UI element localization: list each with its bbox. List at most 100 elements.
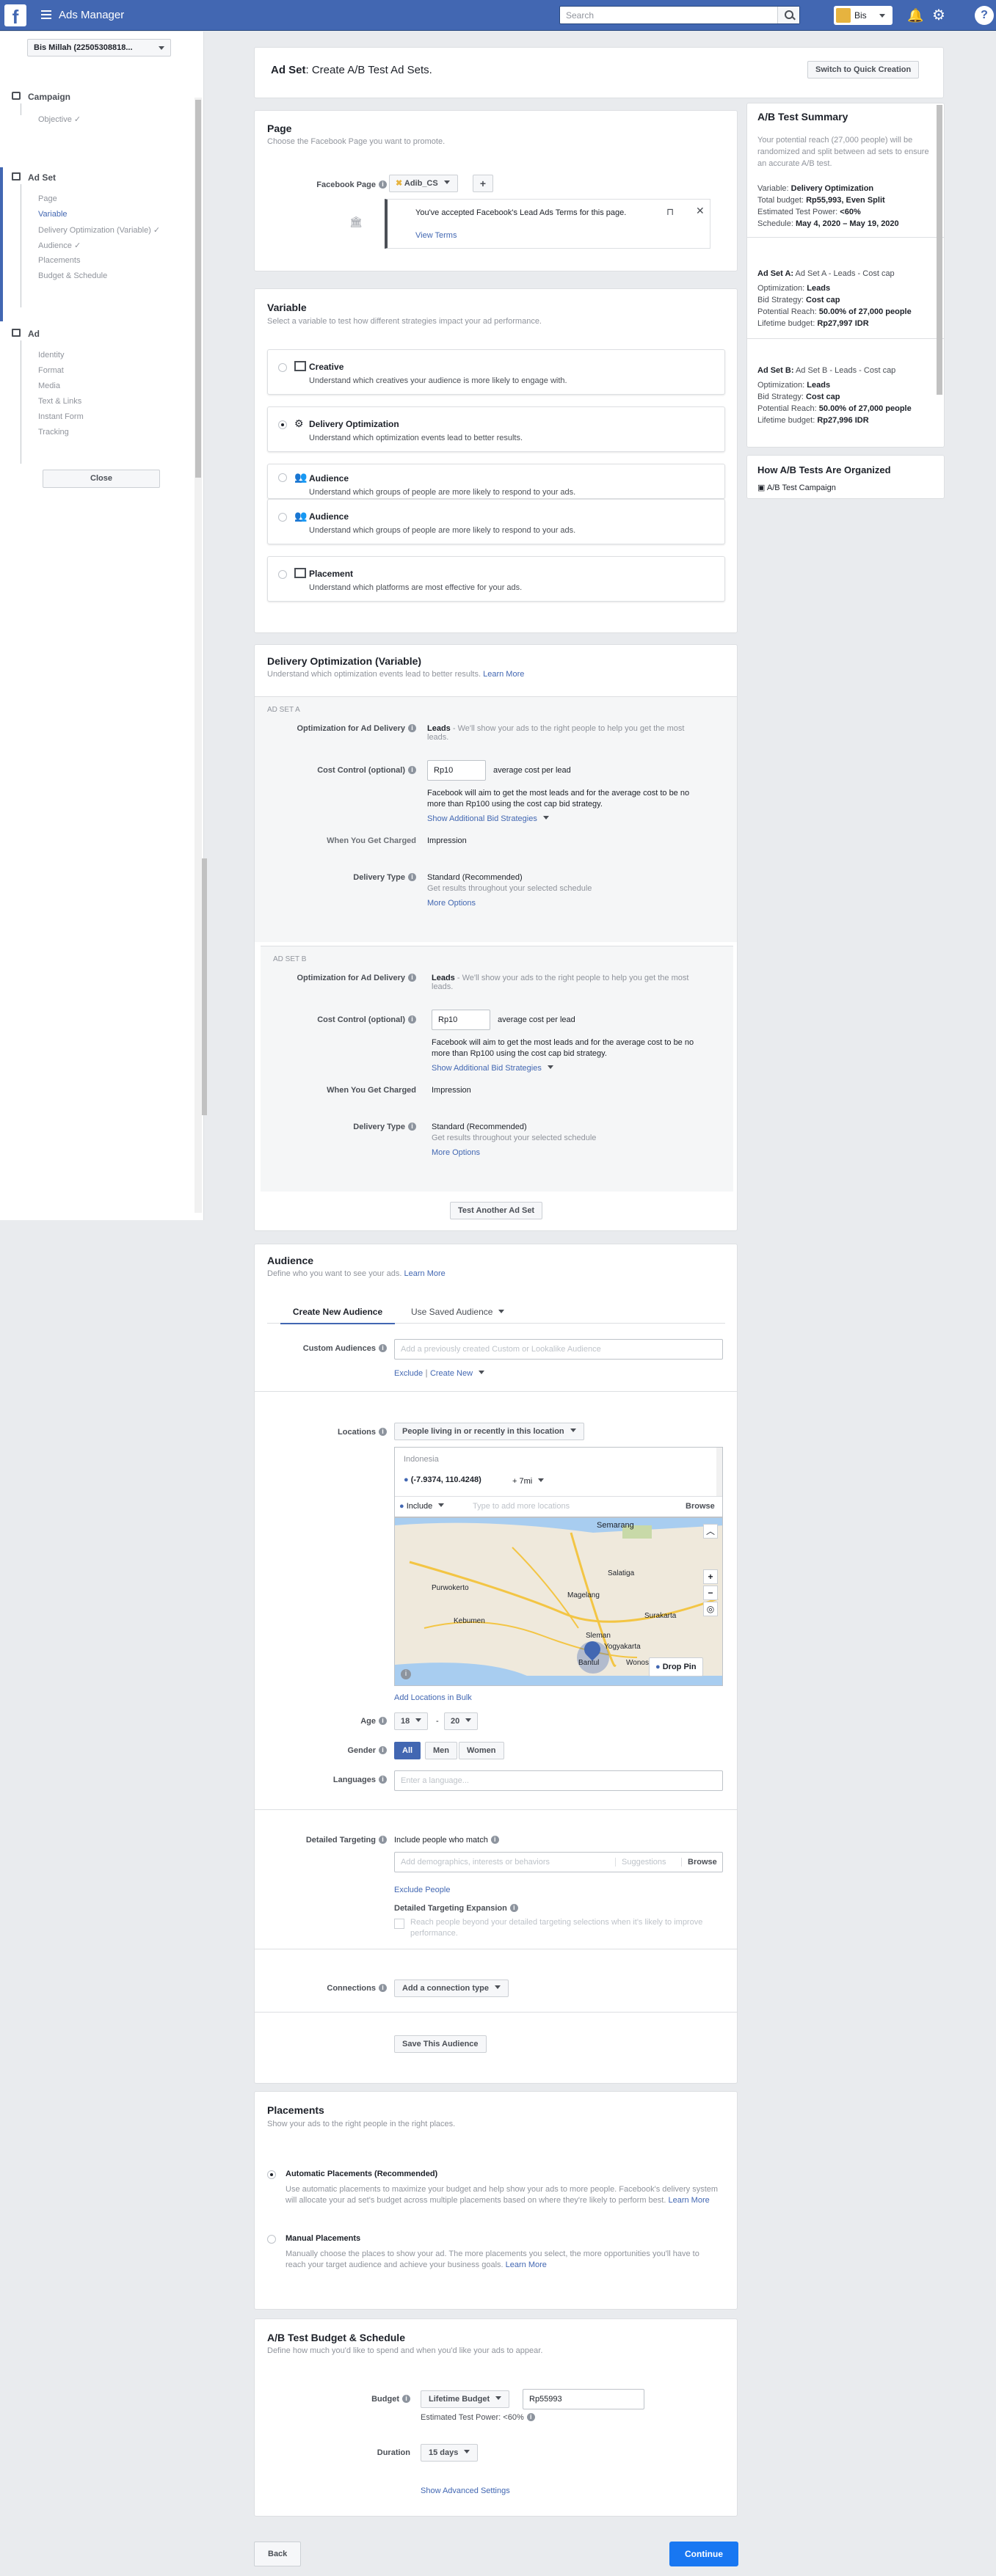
nav-item-delivery-optimization[interactable]: Delivery Optimization (Variable) ✓: [38, 225, 160, 235]
variable-option-delivery-optimization[interactable]: ⚙ Delivery Optimization Understand which…: [267, 406, 725, 452]
exclude-people-link[interactable]: Exclude People: [394, 1886, 450, 1894]
zoom-out-icon[interactable]: −: [703, 1586, 718, 1600]
info-icon[interactable]: i: [379, 1344, 387, 1352]
variable-option-audience[interactable]: 👥 Audience Understand which groups of pe…: [267, 499, 725, 544]
radio-manual-placements[interactable]: [267, 2235, 276, 2244]
age-max-select[interactable]: 20: [444, 1712, 479, 1730]
continue-button[interactable]: Continue: [669, 2542, 738, 2566]
radio-audience[interactable]: [278, 513, 287, 522]
chevron-up-icon[interactable]: ︿: [703, 1524, 718, 1539]
radius-select[interactable]: + 7mi: [512, 1477, 544, 1486]
browse-button[interactable]: Browse: [686, 1502, 715, 1511]
location-map[interactable]: Semarang Salatiga Purwokerto Magelang Su…: [394, 1517, 723, 1686]
view-terms-link[interactable]: View Terms: [415, 231, 457, 240]
pin-location[interactable]: ● (-7.9374, 110.4248): [404, 1475, 481, 1484]
facebook-page-select[interactable]: ✖ Adib_CS: [389, 175, 458, 192]
connections-select[interactable]: Add a connection type: [394, 1980, 509, 1997]
nav-adset[interactable]: Ad Set: [28, 172, 56, 183]
info-icon[interactable]: i: [408, 974, 416, 982]
detailed-targeting-input[interactable]: Add demographics, interests or behaviors…: [394, 1852, 723, 1872]
nav-item-media[interactable]: Media: [38, 382, 60, 390]
info-icon[interactable]: i: [401, 1669, 411, 1679]
languages-input[interactable]: Enter a language...: [394, 1770, 723, 1791]
tab-use-saved-audience[interactable]: Use Saved Audience: [411, 1307, 504, 1317]
drop-pin-button[interactable]: ● Drop Pin: [649, 1657, 703, 1676]
info-icon[interactable]: i: [379, 1428, 387, 1436]
create-new-link[interactable]: Create New: [430, 1369, 484, 1378]
variable-option-placement[interactable]: Placement Understand which platforms are…: [267, 556, 725, 602]
add-locations-bulk-link[interactable]: Add Locations in Bulk: [394, 1693, 472, 1702]
add-page-button[interactable]: +: [473, 175, 493, 192]
cost-input[interactable]: Rp10: [432, 1010, 490, 1030]
info-icon[interactable]: i: [379, 1984, 387, 1992]
custom-audience-input[interactable]: Add a previously created Custom or Looka…: [394, 1339, 723, 1360]
search-input[interactable]: Search: [559, 6, 800, 24]
nav-item-objective[interactable]: Objective ✓: [38, 114, 81, 124]
cost-input[interactable]: Rp10: [427, 760, 486, 781]
nav-item-format[interactable]: Format: [38, 366, 64, 375]
info-icon[interactable]: i: [379, 1836, 387, 1844]
menu-icon[interactable]: [41, 10, 51, 19]
test-another-adset-button[interactable]: Test Another Ad Set: [450, 1202, 543, 1219]
bookmark-icon[interactable]: ⊓: [666, 206, 674, 218]
location-search-input[interactable]: Type to add more locations: [473, 1502, 570, 1511]
learn-more-link[interactable]: Learn More: [668, 2196, 709, 2205]
campaign-select[interactable]: Bis Millah (22505308818...: [27, 39, 171, 56]
facebook-logo-icon[interactable]: f: [4, 4, 26, 28]
save-audience-button[interactable]: Save This Audience: [394, 2035, 487, 2053]
info-icon[interactable]: i: [379, 1776, 387, 1784]
notifications-bell-icon[interactable]: 🔔: [907, 7, 923, 23]
info-icon[interactable]: i: [526, 2413, 535, 2421]
radio-audience[interactable]: [278, 473, 287, 482]
sidebar-scroll-thumb[interactable]: [195, 100, 201, 478]
browse-button[interactable]: Browse: [681, 1858, 717, 1867]
duration-select[interactable]: 15 days: [421, 2444, 479, 2462]
more-options-link[interactable]: More Options: [427, 899, 476, 908]
gender-all-button[interactable]: All: [394, 1742, 421, 1759]
learn-more-link[interactable]: Learn More: [506, 2261, 547, 2269]
app-title[interactable]: Ads Manager: [59, 9, 124, 21]
learn-more-link[interactable]: Learn More: [404, 1269, 446, 1278]
locations-type-select[interactable]: People living in or recently in this loc…: [394, 1423, 584, 1440]
budget-type-select[interactable]: Lifetime Budget: [421, 2390, 510, 2408]
page-scroll-thumb[interactable]: [202, 858, 207, 1115]
exclude-link[interactable]: Exclude: [394, 1369, 423, 1378]
nav-item-variable[interactable]: Variable: [38, 210, 68, 219]
nav-item-identity[interactable]: Identity: [38, 351, 64, 360]
close-button[interactable]: Close: [43, 470, 160, 488]
show-bid-strategies-link[interactable]: Show Additional Bid Strategies: [427, 814, 549, 823]
info-icon[interactable]: i: [379, 180, 387, 189]
nav-item-page[interactable]: Page: [38, 194, 57, 203]
automatic-placements-title[interactable]: Automatic Placements (Recommended): [286, 2170, 437, 2178]
variable-option-creative[interactable]: Creative Understand which creatives your…: [267, 349, 725, 395]
info-icon[interactable]: i: [408, 724, 416, 732]
more-options-link[interactable]: More Options: [432, 1148, 480, 1157]
budget-input[interactable]: Rp55993: [523, 2389, 644, 2409]
zoom-in-icon[interactable]: +: [703, 1569, 718, 1584]
help-icon[interactable]: ?: [975, 6, 994, 25]
quick-creation-button[interactable]: Switch to Quick Creation: [807, 61, 920, 79]
expansion-checkbox[interactable]: [394, 1919, 404, 1929]
howto-item[interactable]: ▣ A/B Test Campaign: [757, 482, 836, 494]
nav-campaign[interactable]: Campaign: [28, 92, 70, 102]
gender-women-button[interactable]: Women: [459, 1742, 504, 1759]
include-select[interactable]: ● Include: [399, 1502, 444, 1511]
summary-scrollbar[interactable]: [937, 105, 942, 395]
show-bid-strategies-link[interactable]: Show Additional Bid Strategies: [432, 1064, 553, 1073]
locate-icon[interactable]: ◎: [703, 1602, 718, 1616]
radio-delivery[interactable]: [278, 420, 287, 429]
info-icon[interactable]: i: [408, 873, 416, 881]
radio-placement[interactable]: [278, 570, 287, 579]
info-icon[interactable]: i: [509, 1904, 518, 1912]
nav-item-text-links[interactable]: Text & Links: [38, 397, 81, 406]
info-icon[interactable]: i: [408, 766, 416, 774]
nav-item-tracking[interactable]: Tracking: [38, 428, 69, 437]
search-icon[interactable]: [777, 7, 799, 23]
manual-placements-title[interactable]: Manual Placements: [286, 2234, 360, 2243]
locations-scrollbar[interactable]: [716, 1448, 722, 1496]
age-min-select[interactable]: 18: [394, 1712, 429, 1730]
account-switcher[interactable]: Bis: [834, 6, 893, 25]
info-icon[interactable]: i: [490, 1836, 499, 1844]
nav-item-audience[interactable]: Audience ✓: [38, 241, 81, 250]
radio-automatic-placements[interactable]: [267, 2170, 276, 2179]
